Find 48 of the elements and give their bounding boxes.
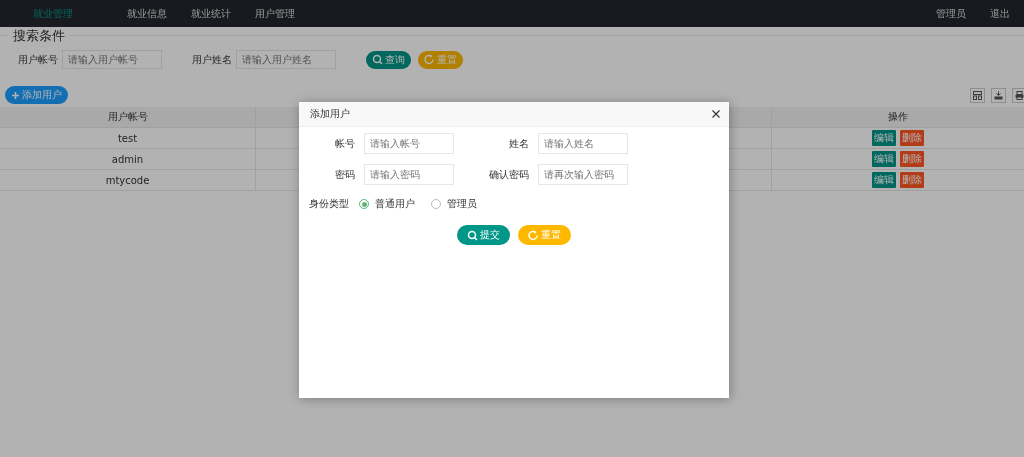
user-link[interactable]: 管理员 (936, 6, 966, 21)
nav-link[interactable]: 就业统计 (191, 6, 231, 21)
column-header: 操作 (771, 107, 1024, 128)
search-icon (372, 54, 383, 65)
input-field[interactable]: 请输入姓名 (538, 133, 628, 154)
field-label: 身份类型 (309, 197, 349, 211)
refresh-icon (424, 54, 435, 65)
radio-label[interactable]: 普通用户 (375, 197, 415, 211)
search-icon (467, 229, 478, 241)
reset-button[interactable]: 重置 (418, 50, 463, 69)
delete-button[interactable]: 删除 (900, 151, 924, 167)
nav-link[interactable]: 用户管理 (255, 6, 295, 21)
section-title: 搜索条件 (8, 27, 70, 45)
close-icon[interactable] (712, 110, 720, 118)
delete-button[interactable]: 删除 (900, 130, 924, 146)
delete-button[interactable]: 删除 (900, 172, 924, 188)
reset-button[interactable]: 重置 (518, 225, 571, 245)
field-label: 确认密码 (488, 167, 529, 182)
field-label: 用户姓名 (192, 52, 233, 67)
columns-icon[interactable] (970, 87, 985, 103)
print-icon[interactable] (1012, 87, 1024, 103)
input-field[interactable]: 请输入密码 (364, 164, 454, 185)
add-user-button[interactable]: 添加用户 (5, 86, 68, 104)
search-field[interactable]: 请输入用户姓名 (236, 50, 336, 69)
column-header: 用户帐号 (0, 107, 256, 128)
table-cell: mtycode (0, 169, 256, 191)
field-label: 密码 (334, 167, 355, 182)
field-label: 姓名 (508, 136, 529, 151)
logout-link[interactable]: 退出 (990, 6, 1010, 21)
query-button[interactable]: 查询 (366, 50, 411, 69)
refresh-icon (528, 229, 539, 241)
radio-label[interactable]: 管理员 (447, 197, 477, 211)
edit-button[interactable]: 编辑 (872, 151, 896, 167)
input-field[interactable]: 请再次输入密码 (538, 164, 628, 185)
table-cell: admin (0, 148, 256, 170)
edit-button[interactable]: 编辑 (872, 130, 896, 146)
dialog-title: 添加用户 (310, 107, 350, 121)
table-cell: test (0, 127, 256, 149)
edit-button[interactable]: 编辑 (872, 172, 896, 188)
input-field[interactable]: 请输入帐号 (364, 133, 454, 154)
nav-link[interactable]: 就业信息 (127, 6, 167, 21)
field-label: 用户帐号 (18, 52, 59, 67)
brand-title: 就业管理 (33, 6, 73, 21)
submit-button[interactable]: 提交 (457, 225, 510, 245)
search-field[interactable]: 请输入用户帐号 (62, 50, 162, 69)
plus-icon (11, 90, 20, 100)
field-label: 帐号 (334, 136, 355, 151)
export-icon[interactable] (991, 87, 1006, 103)
